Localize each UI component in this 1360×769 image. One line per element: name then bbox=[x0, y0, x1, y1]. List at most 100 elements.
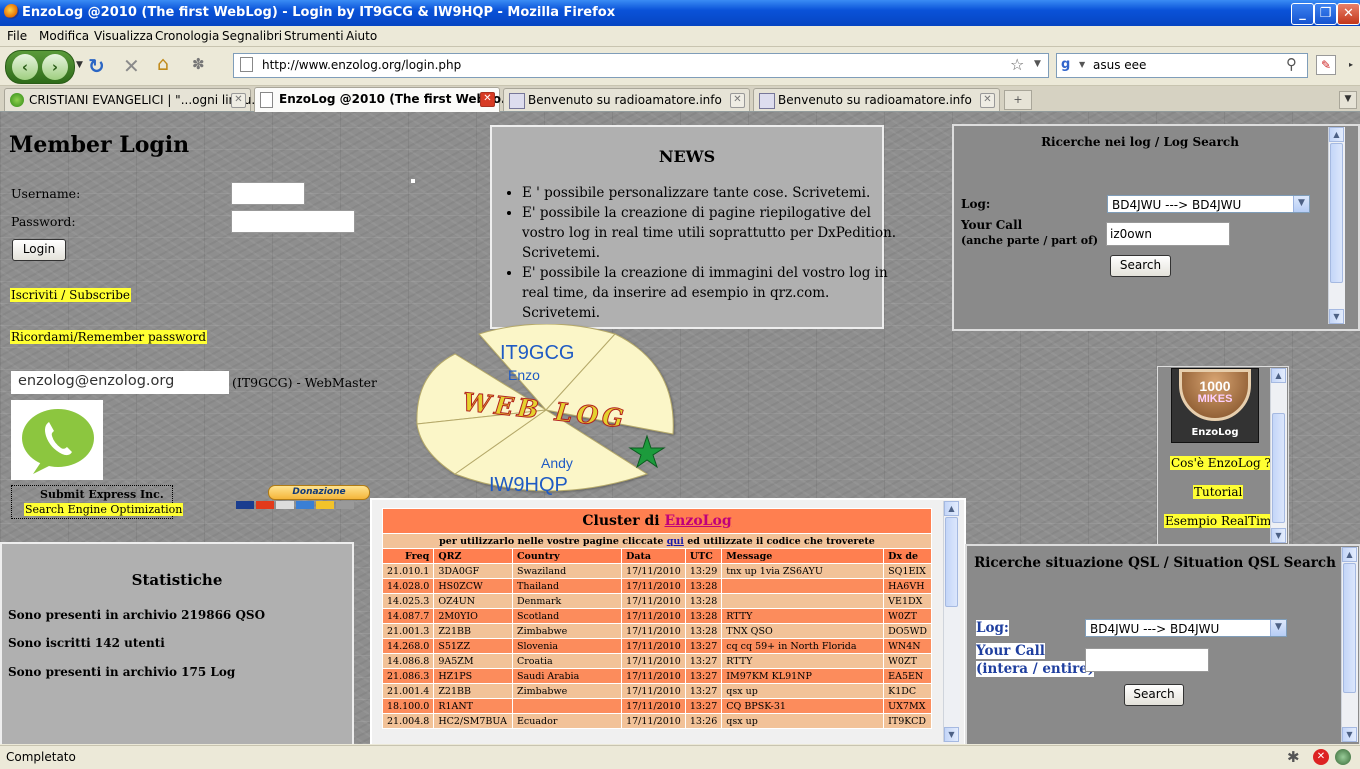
table-cell: 3DA0GF bbox=[433, 563, 513, 579]
qsl-search-button[interactable]: Search bbox=[1124, 684, 1184, 706]
search-input[interactable]: asus eee bbox=[1093, 58, 1146, 72]
column-header: QRZ bbox=[433, 548, 513, 564]
username-input[interactable] bbox=[231, 182, 305, 205]
tab-enzolog[interactable]: EnzoLog @2010 (The first WebLo... ✕ bbox=[254, 87, 515, 112]
qsl-search-scrollbar[interactable]: ▲ ▼ bbox=[1341, 547, 1358, 742]
window-title-bar[interactable]: EnzoLog @2010 (The first WebLog) - Login… bbox=[0, 0, 1360, 26]
tab-close-icon[interactable]: ✕ bbox=[231, 93, 246, 108]
log-search-button[interactable]: Search bbox=[1110, 255, 1171, 277]
maximize-button[interactable]: ❐ bbox=[1314, 3, 1337, 25]
table-row: 14.028.0 HS0ZCW Thailand 17/11/2010 13:28 HA6… bbox=[381, 578, 932, 594]
scroll-down-icon[interactable]: ▼ bbox=[1329, 309, 1344, 324]
forward-arrow-icon[interactable]: › bbox=[42, 54, 68, 80]
tab-close-icon[interactable]: ✕ bbox=[480, 92, 495, 107]
log-search-scrollbar[interactable]: ▲ ▼ bbox=[1328, 127, 1345, 324]
menu-file[interactable]: File bbox=[7, 29, 27, 43]
scroll-up-icon[interactable]: ▲ bbox=[1329, 127, 1344, 142]
status-addon-icon[interactable] bbox=[1335, 749, 1351, 765]
menu-modifica[interactable]: Modifica bbox=[39, 29, 89, 43]
chevron-down-icon[interactable]: ▼ bbox=[1293, 196, 1309, 212]
menu-cronologia[interactable]: Cronologia bbox=[155, 29, 219, 43]
search-bar[interactable]: g ▼ asus eee ⚲ bbox=[1056, 53, 1308, 78]
chevron-down-icon[interactable]: ▼ bbox=[1270, 620, 1286, 636]
addon-icon[interactable]: ✽ bbox=[192, 55, 205, 73]
new-tab-button[interactable]: + bbox=[1004, 90, 1032, 110]
tab-radioamatore-2[interactable]: Benvenuto su radioamatore.info ✕ bbox=[753, 88, 1000, 111]
close-button[interactable]: ✕ bbox=[1337, 3, 1360, 25]
table-cell: 13:27 bbox=[684, 683, 723, 699]
menu-visualizza[interactable]: Visualizza bbox=[94, 29, 153, 43]
scroll-thumb[interactable] bbox=[945, 517, 958, 607]
toolbar-overflow-icon[interactable]: ▸ bbox=[1349, 60, 1353, 69]
tutorial-link[interactable]: Tutorial bbox=[1193, 485, 1244, 499]
search-icon[interactable]: ⚲ bbox=[1286, 55, 1297, 73]
table-cell: 14.268.0 bbox=[381, 638, 435, 654]
column-header: Message bbox=[721, 548, 885, 564]
scroll-thumb[interactable] bbox=[1343, 563, 1356, 693]
window-title: EnzoLog @2010 (The first WebLog) - Login… bbox=[22, 5, 616, 20]
home-icon[interactable]: ⌂ bbox=[157, 53, 169, 75]
url-dropdown-icon[interactable]: ▼ bbox=[1034, 59, 1041, 69]
log-select[interactable]: BD4JWU ---> BD4JWU ▼ bbox=[1107, 195, 1310, 213]
menu-strumenti[interactable]: Strumenti bbox=[284, 29, 344, 43]
side-links-scrollbar[interactable]: ▲ ▼ bbox=[1270, 368, 1287, 543]
google-icon[interactable]: g bbox=[1061, 57, 1070, 72]
qsl-your-call-input[interactable] bbox=[1085, 648, 1209, 672]
table-cell: R1ANT bbox=[433, 698, 513, 714]
cluster-here-link[interactable]: qui bbox=[667, 536, 684, 547]
logo-bottom-call: IW9HQP bbox=[489, 474, 568, 496]
donate-button[interactable]: Donazione bbox=[268, 485, 370, 500]
error-icon[interactable]: ✕ bbox=[1313, 749, 1329, 765]
table-cell: 21.004.8 bbox=[381, 713, 435, 729]
tab-cristiani-evangelici[interactable]: CRISTIANI EVANGELICI | "...ogni lingu...… bbox=[4, 88, 263, 111]
scroll-up-icon[interactable]: ▲ bbox=[1342, 547, 1357, 562]
table-cell: 2M0YIO bbox=[433, 608, 513, 624]
what-is-enzolog-link[interactable]: Cos'è EnzoLog ? bbox=[1170, 456, 1272, 470]
remember-password-link[interactable]: Ricordami/Remember password bbox=[10, 330, 208, 344]
log-label: Log: bbox=[961, 197, 991, 211]
search-engine-dropdown-icon[interactable]: ▼ bbox=[1079, 60, 1085, 69]
cluster-scrollbar[interactable]: ▲ ▼ bbox=[943, 501, 960, 742]
tab-radioamatore-1[interactable]: Benvenuto su radioamatore.info ✕ bbox=[503, 88, 750, 111]
login-button[interactable]: Login bbox=[12, 239, 66, 261]
scroll-thumb[interactable] bbox=[1330, 143, 1343, 283]
table-cell: 13:27 bbox=[684, 653, 723, 669]
news-title: NEWS bbox=[658, 147, 716, 166]
table-row: 14.025.3 OZ4UN Denmark 17/11/2010 13:28 VE1DX bbox=[381, 593, 932, 609]
cluster-enzolog-link[interactable]: EnzoLog bbox=[665, 513, 732, 529]
phone-image[interactable] bbox=[11, 400, 103, 480]
qsl-log-label: Log: bbox=[976, 620, 1009, 636]
reload-icon[interactable]: ↻ bbox=[88, 54, 105, 78]
tab-list-dropdown-icon[interactable]: ▼ bbox=[1339, 91, 1357, 109]
tab-close-icon[interactable]: ✕ bbox=[730, 93, 745, 108]
minimize-button[interactable]: _ bbox=[1291, 3, 1314, 25]
seo-link[interactable]: Search Engine Optimization bbox=[24, 503, 184, 516]
url-bar[interactable]: http://www.enzolog.org/login.php ☆ ▼ bbox=[233, 53, 1049, 78]
your-call-input[interactable]: iz0own bbox=[1106, 222, 1230, 246]
password-input[interactable] bbox=[231, 210, 355, 233]
column-header: UTC bbox=[684, 548, 723, 564]
bookmark-star-icon[interactable]: ☆ bbox=[1010, 55, 1024, 74]
scroll-up-icon[interactable]: ▲ bbox=[1271, 368, 1286, 383]
back-arrow-icon[interactable]: ‹ bbox=[12, 54, 38, 80]
qsl-log-select[interactable]: BD4JWU ---> BD4JWU ▼ bbox=[1085, 619, 1287, 637]
scroll-down-icon[interactable]: ▼ bbox=[944, 727, 959, 742]
scroll-down-icon[interactable]: ▼ bbox=[1342, 727, 1357, 742]
stop-icon[interactable]: ✕ bbox=[123, 54, 140, 78]
statistics-title: Statistiche bbox=[131, 571, 223, 589]
table-cell: 13:29 bbox=[684, 563, 723, 579]
scroll-up-icon[interactable]: ▲ bbox=[944, 501, 959, 516]
scroll-down-icon[interactable]: ▼ bbox=[1271, 528, 1286, 543]
menu-segnalibri[interactable]: Segnalibri bbox=[222, 29, 282, 43]
menu-aiuto[interactable]: Aiuto bbox=[346, 29, 377, 43]
site-icon bbox=[509, 93, 525, 109]
extension-icon[interactable]: ✎ bbox=[1316, 55, 1336, 75]
scroll-thumb[interactable] bbox=[1272, 413, 1285, 523]
realtime-example-link[interactable]: Esempio RealTime bbox=[1164, 514, 1280, 528]
mikes-badge[interactable]: 1000 MIKES EnzoLog bbox=[1171, 368, 1259, 443]
subscribe-link[interactable]: Iscriviti / Subscribe bbox=[10, 288, 132, 302]
bug-icon[interactable]: ✱ bbox=[1287, 748, 1300, 766]
tab-close-icon[interactable]: ✕ bbox=[980, 93, 995, 108]
history-dropdown-icon[interactable]: ▼ bbox=[76, 60, 83, 70]
news-item: E' possibile la creazione di immagini de… bbox=[522, 263, 907, 323]
